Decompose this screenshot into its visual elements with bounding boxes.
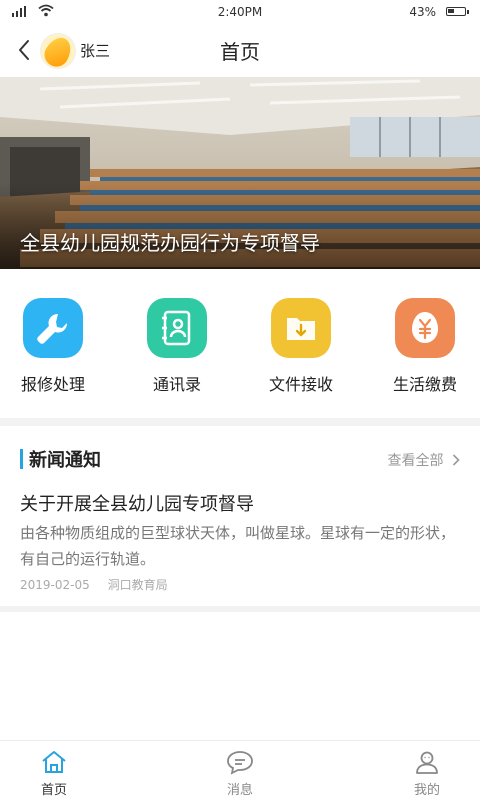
news-item-meta: 2019-02-05 洞口教育局 <box>20 576 182 593</box>
tab-home-label: 首页 <box>40 783 67 798</box>
chevron-right-icon <box>452 454 460 466</box>
section-divider <box>0 418 480 426</box>
news-section-header: 新闻通知 查看全部 <box>20 446 460 472</box>
tab-home[interactable]: 首页 <box>4 741 104 801</box>
chat-bubble-icon <box>227 751 253 775</box>
status-bar: 2:40PM 43% <box>0 0 480 24</box>
news-section-title: 新闻通知 <box>29 450 101 471</box>
action-files[interactable]: 文件接收 <box>246 298 356 398</box>
battery-icon <box>446 7 469 16</box>
action-files-label: 文件接收 <box>268 375 333 394</box>
tab-profile-label: 我的 <box>413 783 440 798</box>
user-icon <box>416 751 438 774</box>
action-contacts[interactable]: 通讯录 <box>122 298 232 398</box>
banner-caption: 全县幼儿园规范办园行为专项督导 <box>20 231 320 255</box>
action-repair[interactable]: 报修处理 <box>0 298 108 398</box>
view-all-link[interactable]: 查看全部 <box>388 450 460 470</box>
news-item-summary: 由各种物质组成的巨型球状天体，叫做星球。星球有一定的形状，有自己的运行轨道。 <box>20 524 456 568</box>
wrench-icon <box>23 298 83 358</box>
contacts-book-icon <box>147 298 207 358</box>
news-item-date: 2019-02-05 <box>20 578 90 592</box>
quick-actions: 报修处理 通讯录 文件接收 生活缴费 <box>0 270 480 418</box>
banner[interactable]: 全县幼儿园规范办园行为专项督导 <box>0 77 480 269</box>
section-divider <box>0 606 480 612</box>
page-title: 首页 <box>220 40 260 64</box>
action-repair-label: 报修处理 <box>20 375 85 394</box>
action-utilities-label: 生活缴费 <box>392 375 457 394</box>
tab-messages-label: 消息 <box>226 783 253 798</box>
view-all-label: 查看全部 <box>387 453 444 469</box>
top-header: 张三 首页 <box>0 24 480 76</box>
action-utilities[interactable]: 生活缴费 <box>370 298 480 398</box>
tab-messages[interactable]: 消息 <box>190 741 290 801</box>
yuan-bag-icon <box>395 298 455 358</box>
folder-download-icon <box>271 298 331 358</box>
news-item-title[interactable]: 关于开展全县幼儿园专项督导 <box>20 490 254 516</box>
section-accent-bar <box>20 449 23 469</box>
bottom-tab-bar: 首页 消息 我的 <box>0 740 480 801</box>
status-time: 2:40PM <box>217 5 263 19</box>
action-contacts-label: 通讯录 <box>152 375 201 394</box>
battery-percent: 43% <box>409 5 436 19</box>
tab-profile[interactable]: 我的 <box>377 741 477 801</box>
news-item-source: 洞口教育局 <box>107 578 168 592</box>
home-icon <box>42 751 66 773</box>
